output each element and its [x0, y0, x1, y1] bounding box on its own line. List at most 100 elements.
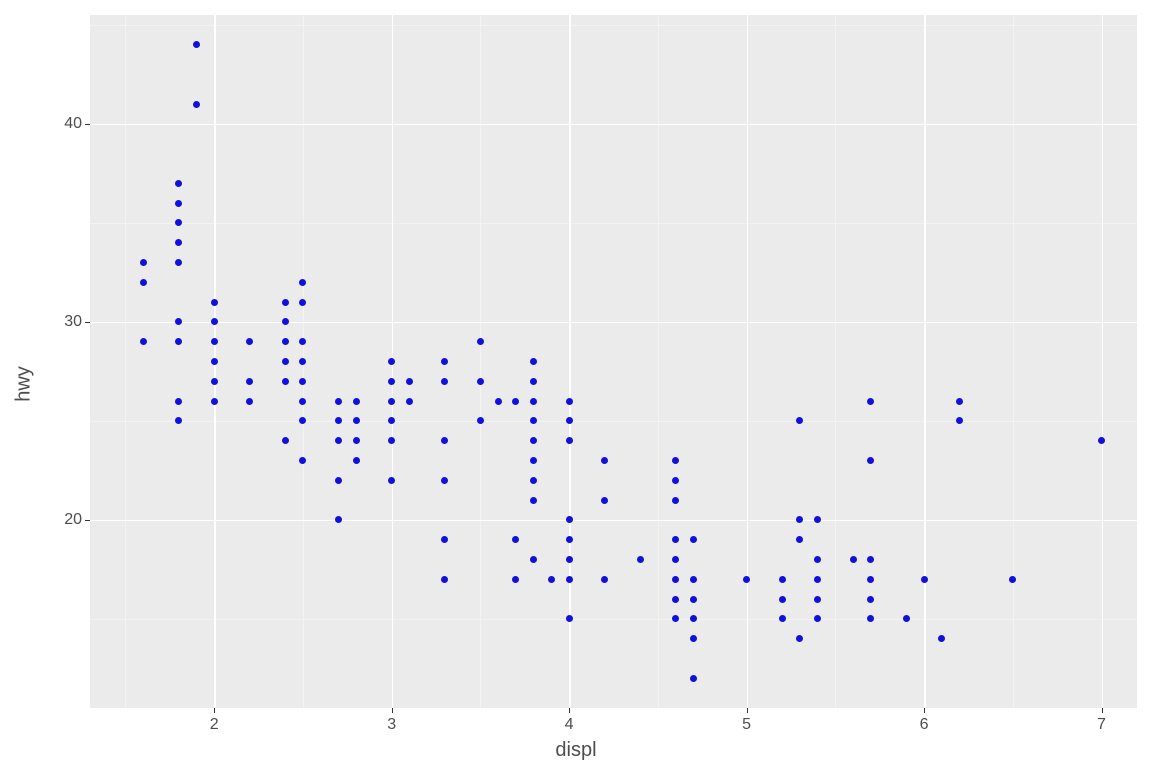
scatter-point — [512, 398, 519, 405]
scatter-point — [814, 516, 821, 523]
x-tick — [569, 708, 570, 713]
scatter-point — [566, 398, 573, 405]
scatter-point — [388, 437, 395, 444]
scatter-point — [406, 398, 413, 405]
scatter-point — [246, 338, 253, 345]
scatter-point — [921, 576, 928, 583]
scatter-point — [282, 299, 289, 306]
scatter-point — [246, 398, 253, 405]
scatter-point — [956, 398, 963, 405]
scatter-point — [672, 615, 679, 622]
scatter-point — [211, 398, 218, 405]
scatter-point — [335, 437, 342, 444]
scatter-point — [477, 417, 484, 424]
scatter-point — [175, 417, 182, 424]
x-tick — [1102, 708, 1103, 713]
scatter-point — [512, 536, 519, 543]
scatter-point — [388, 417, 395, 424]
gridline-v-minor — [1013, 15, 1014, 708]
scatter-point — [299, 398, 306, 405]
gridline-h-minor — [90, 619, 1137, 620]
scatter-point — [388, 477, 395, 484]
scatter-point — [335, 477, 342, 484]
scatter-point — [211, 358, 218, 365]
scatter-point — [282, 437, 289, 444]
scatter-point — [672, 576, 679, 583]
scatter-point — [211, 338, 218, 345]
scatter-point — [796, 417, 803, 424]
scatter-point — [779, 596, 786, 603]
gridline-h-major — [90, 124, 1137, 126]
scatter-point — [601, 457, 608, 464]
scatter-point — [299, 378, 306, 385]
scatter-point — [814, 576, 821, 583]
scatter-point — [672, 596, 679, 603]
gridline-v-major — [924, 15, 926, 708]
scatter-point — [672, 536, 679, 543]
scatter-point — [814, 615, 821, 622]
scatter-point — [814, 596, 821, 603]
gridline-v-major — [569, 15, 571, 708]
scatter-point — [353, 417, 360, 424]
gridline-v-minor — [125, 15, 126, 708]
scatter-point — [867, 615, 874, 622]
gridline-h-major — [90, 322, 1137, 324]
scatter-point — [530, 417, 537, 424]
scatter-point — [441, 536, 448, 543]
scatter-point — [566, 615, 573, 622]
scatter-point — [548, 576, 555, 583]
scatter-point — [282, 338, 289, 345]
scatter-point — [246, 378, 253, 385]
scatter-point — [353, 437, 360, 444]
scatter-point — [690, 576, 697, 583]
scatter-point — [299, 299, 306, 306]
scatter-point — [601, 576, 608, 583]
gridline-h-minor — [90, 421, 1137, 422]
scatter-point — [530, 437, 537, 444]
x-axis-label: displ — [555, 739, 596, 762]
scatter-point — [299, 279, 306, 286]
scatter-point — [175, 318, 182, 325]
scatter-point — [477, 338, 484, 345]
scatter-point — [512, 576, 519, 583]
scatter-point — [672, 477, 679, 484]
gridline-v-minor — [658, 15, 659, 708]
scatter-point — [299, 358, 306, 365]
scatter-point — [282, 358, 289, 365]
scatter-point — [566, 437, 573, 444]
scatter-point — [690, 596, 697, 603]
scatter-point — [193, 41, 200, 48]
scatter-point — [175, 239, 182, 246]
scatter-point — [566, 516, 573, 523]
scatter-point — [175, 398, 182, 405]
scatter-point — [566, 556, 573, 563]
scatter-point — [938, 635, 945, 642]
scatter-point — [1009, 576, 1016, 583]
scatter-point — [566, 576, 573, 583]
scatter-point — [211, 378, 218, 385]
x-tick — [747, 708, 748, 713]
scatter-point — [530, 497, 537, 504]
plot-panel — [90, 15, 1137, 708]
scatter-point — [566, 417, 573, 424]
scatter-point — [175, 180, 182, 187]
scatter-point — [867, 398, 874, 405]
scatter-point — [441, 358, 448, 365]
scatter-point — [903, 615, 910, 622]
scatter-point — [814, 556, 821, 563]
scatter-point — [850, 556, 857, 563]
y-tick — [85, 520, 90, 521]
y-tick-label: 30 — [56, 313, 82, 331]
scatter-point — [796, 516, 803, 523]
y-tick — [85, 322, 90, 323]
scatter-point — [672, 497, 679, 504]
scatter-point — [477, 378, 484, 385]
scatter-point — [175, 259, 182, 266]
scatter-point — [388, 378, 395, 385]
scatter-point — [140, 338, 147, 345]
scatter-point — [441, 576, 448, 583]
gridline-v-major — [1102, 15, 1104, 708]
scatter-point — [867, 457, 874, 464]
scatter-point — [530, 457, 537, 464]
scatter-point — [867, 576, 874, 583]
